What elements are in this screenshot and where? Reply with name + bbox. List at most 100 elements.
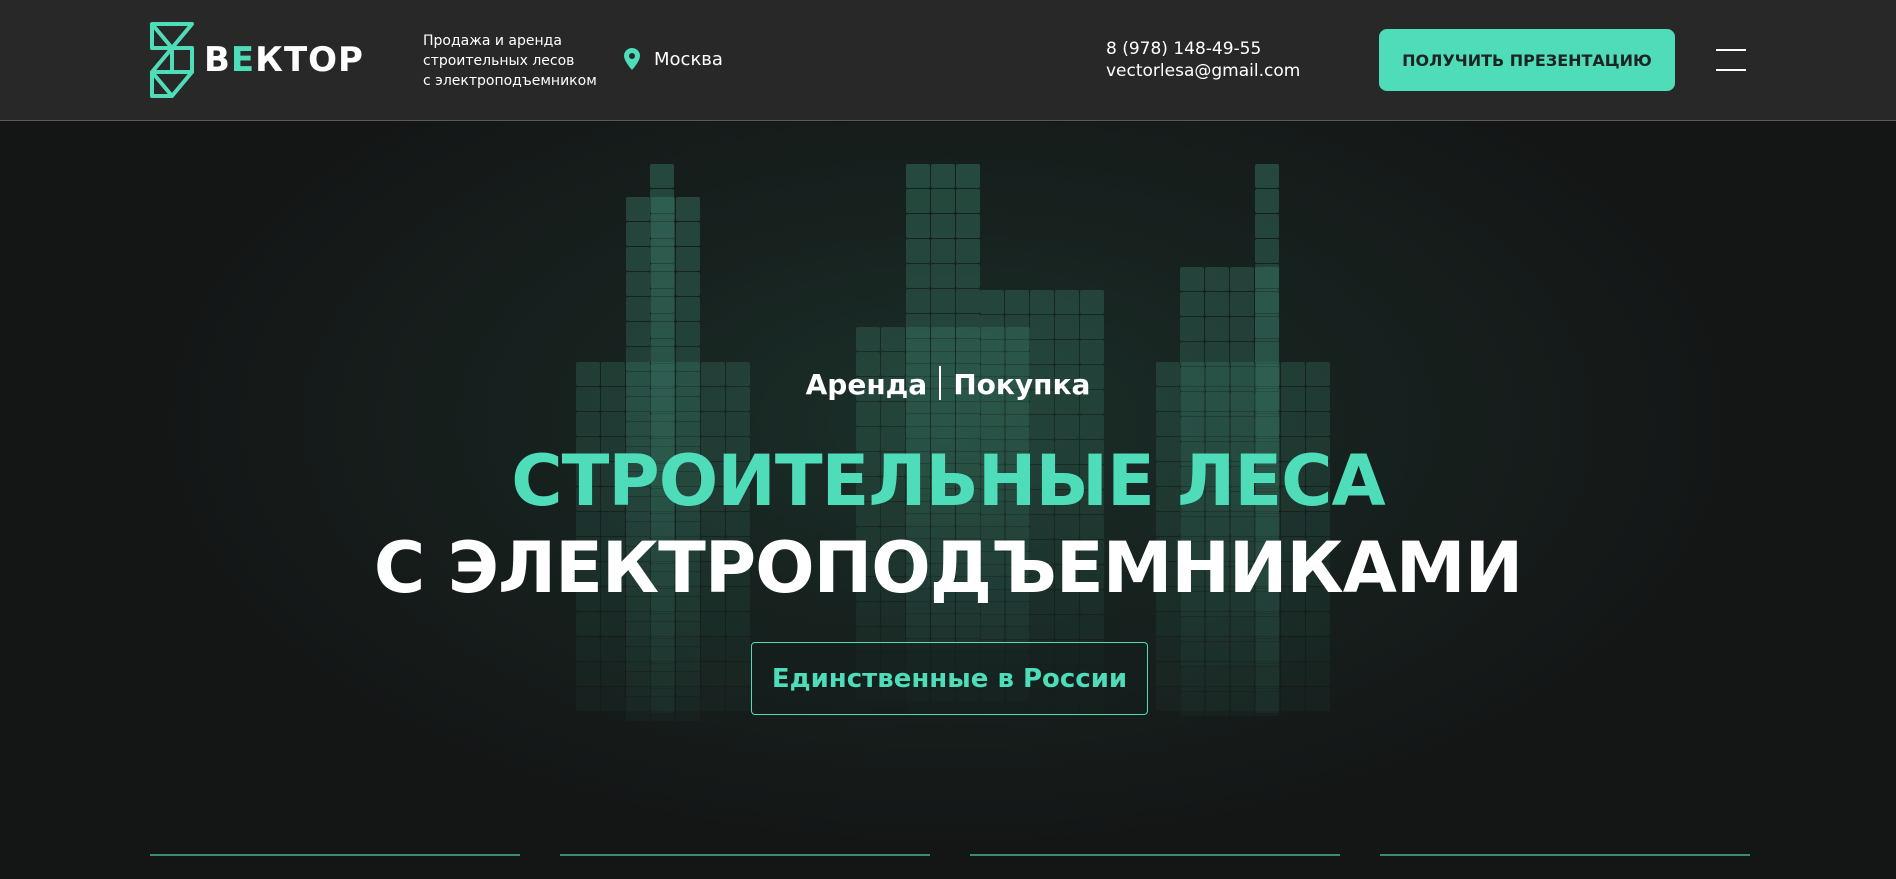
scaffold-cell: [1306, 612, 1330, 636]
scaffold-cell: [650, 689, 674, 713]
scaffold-cell: [1230, 667, 1254, 691]
mode-rent[interactable]: Аренда: [806, 368, 928, 401]
scaffold-cell: [676, 222, 700, 246]
scaffold-cell: [676, 697, 700, 721]
scaffold-cell: [1281, 637, 1305, 661]
scaffold-cell: [1156, 637, 1180, 661]
scaffold-cell: [906, 189, 930, 213]
scaffold-cell: [1255, 164, 1279, 188]
scaffold-cell: [931, 264, 955, 288]
scaffold-cell: [1180, 617, 1204, 641]
scaffold-cell: [1080, 315, 1104, 339]
scaffold-cell: [676, 272, 700, 296]
scaffold-cell: [726, 412, 750, 436]
scaffold-cell: [650, 639, 674, 663]
scaffold-cell: [980, 340, 1004, 364]
tagline: Продажа и аренда строительных лесов с эл…: [423, 33, 597, 89]
scaffold-cell: [906, 414, 930, 438]
scaffold-cell: [626, 247, 650, 271]
scaffold-cell: [1230, 417, 1254, 441]
scaffold-cell: [931, 189, 955, 213]
scaffold-cell: [1255, 614, 1279, 638]
hero-title-line2: С ЭЛЕКТРОПОДЪЕМНИКАМИ: [373, 527, 1523, 609]
email-link[interactable]: vectorlesa@gmail.com: [1106, 60, 1300, 82]
scaffold-cell: [1055, 315, 1079, 339]
scaffold-cell: [1156, 662, 1180, 686]
scaffold-cell: [956, 164, 980, 188]
scaffold-cell: [1205, 292, 1229, 316]
scaffold-cell: [1180, 342, 1204, 366]
scaffold-cell: [1255, 214, 1279, 238]
hero-title-line1: СТРОИТЕЛЬНЫЕ ЛЕСА: [511, 440, 1385, 522]
scaffold-cell: [576, 687, 600, 711]
scaffold-cell: [1005, 290, 1029, 314]
city-selector[interactable]: Москва: [624, 48, 723, 70]
scaffold-cell: [726, 637, 750, 661]
scaffold-cell: [576, 637, 600, 661]
scaffold-cell: [701, 612, 725, 636]
hamburger-menu-icon[interactable]: [1716, 49, 1746, 71]
scaffold-cell: [856, 327, 880, 351]
phone-link[interactable]: 8 (978) 148-49-55: [1106, 38, 1300, 60]
scaffold-cell: [906, 289, 930, 313]
triangle-lattice-logo-icon: [150, 22, 194, 98]
scaffold-cell: [1230, 317, 1254, 341]
scaffold-cell: [1255, 314, 1279, 338]
scaffold-cell: [956, 314, 980, 338]
map-pin-icon: [624, 48, 640, 70]
scaffold-cell: [1205, 667, 1229, 691]
scaffold-cell: [601, 662, 625, 686]
scaffold-cell: [1205, 417, 1229, 441]
feature-divider-3: [970, 854, 1340, 856]
site-header: ВЕКТОР Продажа и аренда строительных лес…: [0, 0, 1896, 121]
scaffold-cell: [980, 315, 1004, 339]
scaffold-cell: [676, 647, 700, 671]
scaffold-cell: [1230, 617, 1254, 641]
scaffold-cell: [1205, 317, 1229, 341]
scaffold-cell: [1055, 340, 1079, 364]
scaffold-cell: [906, 314, 930, 338]
scaffold-cell: [1005, 340, 1029, 364]
scaffold-cell: [956, 614, 980, 638]
scaffold-cell: [1005, 415, 1029, 439]
scaffold-cell: [931, 164, 955, 188]
scaffold-cell: [1180, 692, 1204, 716]
mode-switch: Аренда Покупка: [0, 366, 1896, 401]
scaffold-cell: [906, 339, 930, 363]
scaffold-cell: [1156, 412, 1180, 436]
scaffold-cell: [1255, 339, 1279, 363]
scaffold-cell: [1055, 615, 1079, 639]
scaffold-cell: [576, 612, 600, 636]
scaffold-cell: [1055, 290, 1079, 314]
scaffold-cell: [956, 239, 980, 263]
scaffold-cell: [1306, 662, 1330, 686]
get-presentation-button[interactable]: ПОЛУЧИТЬ ПРЕЗЕНТАЦИЮ: [1379, 29, 1675, 91]
scaffold-cell: [1030, 290, 1054, 314]
scaffold-cell: [1306, 412, 1330, 436]
mode-buy[interactable]: Покупка: [953, 368, 1090, 401]
scaffold-cell: [1205, 617, 1229, 641]
scaffold-cell: [1030, 340, 1054, 364]
scaffold-cell: [676, 322, 700, 346]
scaffold-cell: [1306, 637, 1330, 661]
scaffold-cell: [956, 289, 980, 313]
scaffold-cell: [626, 197, 650, 221]
scaffold-cell: [650, 264, 674, 288]
scaffold-cell: [650, 239, 674, 263]
scaffold-cell: [956, 339, 980, 363]
scaffold-cell: [931, 214, 955, 238]
scaffold-cell: [676, 297, 700, 321]
scaffold-cell: [1080, 340, 1104, 364]
scaffold-cell: [650, 414, 674, 438]
scaffold-cell: [931, 239, 955, 263]
scaffold-cell: [931, 414, 955, 438]
logo[interactable]: ВЕКТОР: [148, 22, 364, 98]
scaffold-cell: [1156, 612, 1180, 636]
scaffold-cell: [650, 189, 674, 213]
scaffold-cell: [1255, 264, 1279, 288]
scaffold-cell: [726, 612, 750, 636]
scaffold-cell: [931, 289, 955, 313]
scaffold-cell: [1230, 292, 1254, 316]
scaffold-cell: [676, 197, 700, 221]
scaffold-cell: [906, 164, 930, 188]
